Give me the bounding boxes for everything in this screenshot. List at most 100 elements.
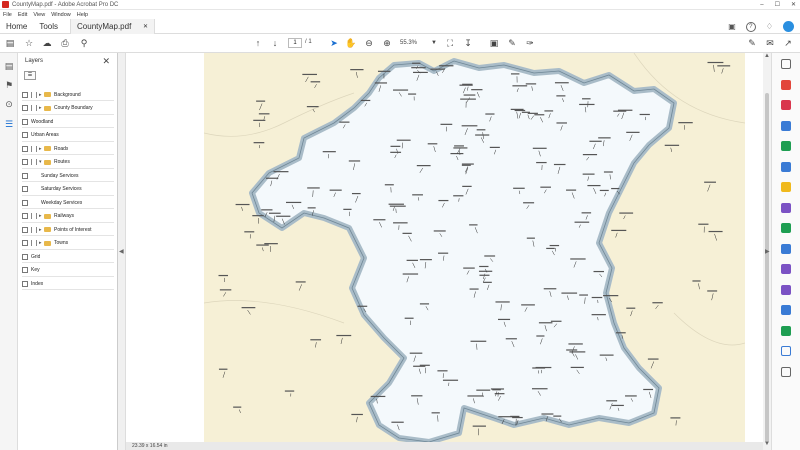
scan-ocr-icon[interactable] xyxy=(781,223,791,233)
menu-help[interactable]: Help xyxy=(77,12,88,18)
print-production-icon[interactable] xyxy=(781,305,791,315)
combine-files-icon[interactable] xyxy=(781,162,791,172)
layer-visibility-checkbox[interactable] xyxy=(22,105,28,111)
layer-visibility-checkbox[interactable] xyxy=(22,159,28,165)
fill-sign-icon[interactable]: ✎ xyxy=(746,37,758,49)
close-window-button[interactable]: ✕ xyxy=(791,0,796,10)
layer-visibility-checkbox[interactable] xyxy=(22,226,28,233)
export-pdf-icon[interactable] xyxy=(781,121,791,131)
layers-options-button[interactable]: ☰ xyxy=(24,71,36,80)
avatar[interactable] xyxy=(783,21,794,32)
layer-row[interactable]: ▾ Routes xyxy=(22,157,114,169)
menu-file[interactable]: File xyxy=(3,12,12,18)
layer-visibility-checkbox[interactable] xyxy=(22,240,28,246)
bell-icon[interactable]: ♢ xyxy=(766,22,773,31)
panel-splitter[interactable]: ◀ xyxy=(118,53,126,450)
next-page-icon[interactable]: ↓ xyxy=(269,37,281,49)
layer-visibility-checkbox[interactable] xyxy=(22,91,28,98)
bookmark-icon[interactable]: ⚑ xyxy=(4,80,14,90)
zoom-level-dropdown[interactable]: 55.3% xyxy=(400,38,428,48)
zoom-out-icon[interactable]: ⊖ xyxy=(363,37,375,49)
zoom-chevron-down-icon[interactable]: ▼ xyxy=(428,37,440,49)
attachment-icon[interactable]: ⊙ xyxy=(4,99,14,109)
help-icon[interactable]: ? xyxy=(745,21,756,32)
maximize-button[interactable]: ☐ xyxy=(775,0,780,10)
layer-row[interactable]: ▸ Roads xyxy=(22,143,114,155)
layer-row[interactable]: Index xyxy=(22,278,114,290)
layer-visibility-checkbox[interactable] xyxy=(22,145,28,152)
layer-visibility-checkbox[interactable] xyxy=(22,253,28,260)
menu-view[interactable]: View xyxy=(33,12,45,18)
layer-row[interactable]: Saturday Services xyxy=(22,184,114,196)
comment-tool-icon[interactable] xyxy=(781,182,791,192)
scroll-down-icon[interactable]: ▼ xyxy=(764,441,770,447)
hand-tool-icon[interactable]: ✋ xyxy=(345,37,357,49)
email-icon[interactable]: ✉ xyxy=(764,37,776,49)
layer-visibility-checkbox[interactable] xyxy=(22,186,28,192)
close-tab-icon[interactable]: ✕ xyxy=(143,23,148,30)
layer-row[interactable]: ▸ Railways xyxy=(22,211,114,223)
chat-icon[interactable]: ▣ xyxy=(728,22,736,31)
protect-icon[interactable] xyxy=(781,244,791,254)
layer-row[interactable]: ▸ Background xyxy=(22,89,114,101)
expand-right-panel-icon[interactable]: ▶ xyxy=(765,248,770,255)
sign-icon[interactable]: ✑ xyxy=(524,37,536,49)
layer-visibility-checkbox[interactable] xyxy=(22,132,28,138)
zoom-in-icon[interactable]: ⊕ xyxy=(381,37,393,49)
layer-visibility-checkbox[interactable] xyxy=(22,172,28,179)
marquee-zoom-icon[interactable]: ⛶ xyxy=(444,37,456,49)
layer-row[interactable]: Key xyxy=(22,265,114,277)
send-for-signature-icon[interactable] xyxy=(781,264,791,274)
minimize-button[interactable]: – xyxy=(760,0,763,10)
print-icon[interactable]: ⎙ xyxy=(59,37,71,49)
layer-visibility-checkbox[interactable] xyxy=(22,199,28,206)
comment-icon[interactable]: ▣ xyxy=(488,37,500,49)
search-icon[interactable]: ⚲ xyxy=(78,37,90,49)
close-layers-icon[interactable]: ✕ xyxy=(102,56,110,67)
layer-visibility-checkbox[interactable] xyxy=(22,267,28,273)
pen-icon[interactable]: ✎ xyxy=(506,37,518,49)
fill-sign-tool-icon[interactable] xyxy=(781,203,791,213)
layer-row[interactable]: Urban Areas xyxy=(22,130,114,142)
create-pdf-icon[interactable] xyxy=(781,80,791,90)
map-label-glyph xyxy=(536,161,547,164)
layer-row[interactable]: ▸ Towns xyxy=(22,238,114,250)
layer-row[interactable]: Sunday Services xyxy=(22,170,114,182)
layers-icon[interactable]: ☰ xyxy=(4,119,14,129)
menu-edit[interactable]: Edit xyxy=(18,12,27,18)
tab-tools[interactable]: Tools xyxy=(33,22,64,31)
scrollbar-thumb[interactable] xyxy=(765,93,769,443)
more-tools-icon[interactable] xyxy=(781,367,791,377)
pages-icon[interactable]: ▤ xyxy=(4,61,14,71)
layer-visibility-checkbox[interactable] xyxy=(22,280,28,287)
layer-row[interactable]: ▸ County Boundary xyxy=(22,103,114,115)
rich-media-icon[interactable] xyxy=(781,326,791,336)
select-cursor-icon[interactable]: ➤ xyxy=(328,37,340,49)
tab-document[interactable]: CountyMap.pdf ✕ xyxy=(70,18,156,34)
edit-pdf-icon[interactable] xyxy=(781,100,791,110)
layer-row[interactable]: ▸ Points of Interest xyxy=(22,224,114,236)
star-icon[interactable]: ☆ xyxy=(23,37,35,49)
menu-window[interactable]: Window xyxy=(51,12,71,18)
accessibility-icon[interactable] xyxy=(781,346,791,356)
layer-visibility-checkbox[interactable] xyxy=(22,118,28,125)
cloud-upload-icon[interactable]: ☁ xyxy=(41,37,53,49)
vertical-scrollbar[interactable]: ▲ ▼ ▶ xyxy=(763,53,771,450)
zoom-tool-icon[interactable] xyxy=(781,59,791,69)
map-stop-marker xyxy=(615,232,618,238)
layer-row[interactable]: Grid xyxy=(22,251,114,263)
county-map[interactable] xyxy=(204,53,745,442)
organize-pages-icon[interactable] xyxy=(781,141,791,151)
save-icon[interactable]: ▤ xyxy=(4,37,16,49)
tab-home[interactable]: Home xyxy=(0,22,33,31)
scroll-mode-icon[interactable]: ↧ xyxy=(462,37,474,49)
page-number-input[interactable]: 1 xyxy=(288,38,302,48)
layer-row[interactable]: Woodland xyxy=(22,116,114,128)
collapse-panel-icon[interactable]: ◀ xyxy=(119,248,124,255)
scroll-up-icon[interactable]: ▲ xyxy=(764,53,770,59)
layer-row[interactable]: Weekday Services xyxy=(22,197,114,209)
measure-icon[interactable] xyxy=(781,285,791,295)
layer-visibility-checkbox[interactable] xyxy=(22,213,28,219)
share-icon[interactable]: ↗ xyxy=(782,37,794,49)
previous-page-icon[interactable]: ↑ xyxy=(252,37,264,49)
